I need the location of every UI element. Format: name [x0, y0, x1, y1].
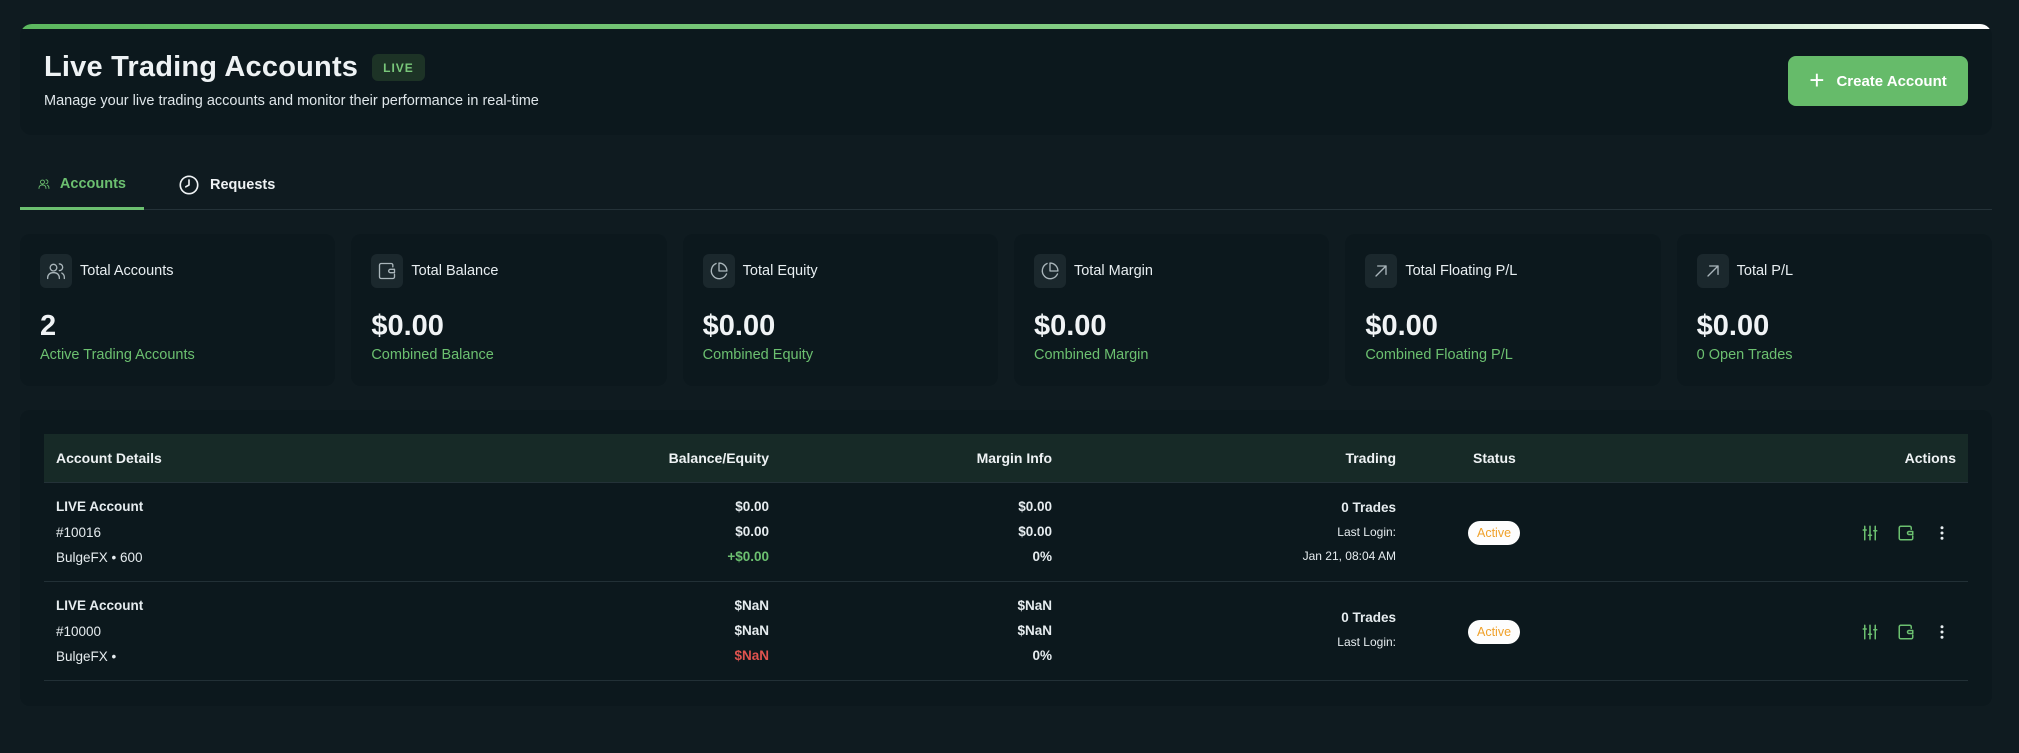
arrow-up-right-icon — [1375, 265, 1387, 277]
column-trading: Trading — [1345, 450, 1396, 466]
stat-card-total-pl: Total P/L $0.00 0 Open Trades — [1676, 234, 1992, 386]
account-trades: 0 Trades — [1341, 610, 1396, 625]
stat-description: 0 Open Trades — [1696, 347, 1793, 363]
accent-bar — [20, 24, 1992, 29]
header-card: Live Trading Accounts LIVE Manage your l… — [20, 24, 1992, 135]
account-balance: $NaN — [734, 598, 769, 613]
last-login-time: Jan 21, 08:04 AM — [1302, 549, 1396, 563]
stat-description: Active Trading Accounts — [40, 347, 195, 363]
stat-value: $0.00 — [1696, 310, 1770, 342]
account-free-margin: $NaN — [1017, 623, 1052, 638]
account-pl: +$0.00 — [727, 549, 769, 564]
stat-value: $0.00 — [1033, 310, 1107, 342]
stat-value: $0.00 — [702, 310, 776, 342]
sliders-icon[interactable] — [1861, 623, 1879, 641]
stat-label: Total Balance — [411, 263, 499, 279]
title-row: Live Trading Accounts LIVE — [44, 51, 425, 84]
column-status: Status — [1473, 450, 1516, 466]
tab-accounts-label: Accounts — [59, 175, 126, 192]
account-margin: $NaN — [1017, 598, 1052, 613]
column-account-details: Account Details — [56, 450, 162, 466]
wallet-icon[interactable] — [1897, 623, 1915, 641]
stat-icon-box — [1365, 254, 1398, 288]
accounts-table: Account Details Balance/Equity Margin In… — [44, 434, 1968, 681]
pie-chart-icon — [710, 262, 728, 280]
page-title: Live Trading Accounts — [44, 51, 359, 83]
create-account-button[interactable]: + Create Account — [1788, 56, 1968, 106]
account-number: #10016 — [56, 525, 102, 540]
account-margin: $0.00 — [1018, 499, 1052, 514]
last-login-label: Last Login: — [1337, 635, 1396, 649]
tab-accounts[interactable]: Accounts — [20, 160, 144, 210]
stat-label: Total Floating P/L — [1405, 263, 1518, 279]
account-balance: $0.00 — [735, 499, 769, 514]
stat-description: Combined Balance — [371, 347, 494, 363]
stat-value: $0.00 — [1365, 310, 1438, 342]
page: Live Trading Accounts LIVE Manage your l… — [0, 0, 2019, 753]
account-equity: $NaN — [734, 623, 769, 638]
account-name: LIVE Account — [56, 598, 144, 613]
stat-card-total-accounts: Total Accounts 2 Active Trading Accounts — [20, 234, 336, 386]
users-icon — [38, 178, 50, 189]
column-actions: Actions — [1904, 450, 1956, 466]
table-row[interactable]: LIVE Account #10016 BulgeFX • 600 $0.00 … — [44, 483, 1968, 582]
account-free-margin: $0.00 — [1018, 524, 1052, 539]
users-icon — [47, 263, 66, 280]
wallet-icon — [379, 262, 396, 280]
pie-chart-icon — [1041, 262, 1059, 280]
sliders-icon[interactable] — [1861, 524, 1879, 542]
live-badge: LIVE — [372, 54, 425, 81]
stat-value: $0.00 — [371, 310, 444, 342]
column-margin-info: Margin Info — [976, 450, 1052, 466]
stat-icon-box — [1033, 254, 1066, 288]
stat-card-total-balance: Total Balance $0.00 Combined Balance — [351, 234, 667, 386]
stat-card-total-equity: Total Equity $0.00 Combined Equity — [682, 234, 998, 386]
table-header: Account Details Balance/Equity Margin In… — [44, 434, 1968, 483]
stat-card-total-floating-pl: Total Floating P/L $0.00 Combined Floati… — [1345, 234, 1661, 386]
wallet-icon[interactable] — [1897, 524, 1915, 542]
stat-description: Combined Floating P/L — [1365, 347, 1513, 363]
account-broker: BulgeFX • 600 — [56, 550, 143, 565]
stat-icon-box — [40, 254, 72, 288]
last-login-label: Last Login: — [1337, 525, 1396, 539]
stat-icon-box — [371, 254, 404, 288]
create-account-label: Create Account — [1836, 72, 1947, 90]
stat-icon-box — [1696, 254, 1729, 288]
table-row[interactable]: LIVE Account #10000 BulgeFX • $NaN $NaN … — [44, 582, 1968, 681]
account-name: LIVE Account — [56, 499, 144, 514]
more-vertical-icon[interactable] — [1933, 524, 1951, 542]
account-broker: BulgeFX • — [56, 649, 117, 664]
account-trades: 0 Trades — [1341, 500, 1396, 515]
stat-icon-box — [702, 254, 735, 288]
account-equity: $0.00 — [735, 524, 769, 539]
stat-label: Total Accounts — [80, 263, 174, 279]
column-balance-equity: Balance/Equity — [668, 450, 769, 466]
stat-description: Combined Margin — [1033, 347, 1149, 363]
tab-requests-label: Requests — [210, 177, 276, 193]
account-number: #10000 — [56, 624, 102, 639]
account-pl: $NaN — [734, 648, 769, 663]
stats-row: Total Accounts 2 Active Trading Accounts… — [20, 234, 1992, 386]
arrow-up-right-icon — [1706, 265, 1719, 277]
stat-value: 2 — [40, 310, 57, 342]
accounts-table-card: Account Details Balance/Equity Margin In… — [20, 410, 1992, 706]
more-vertical-icon[interactable] — [1933, 623, 1951, 641]
stat-label: Total Equity — [742, 263, 818, 279]
stat-card-total-margin: Total Margin $0.00 Combined Margin — [1013, 234, 1330, 386]
clock-icon — [179, 175, 199, 195]
status-badge: Active — [1468, 521, 1521, 545]
stat-description: Combined Equity — [702, 347, 814, 363]
account-margin-level: 0% — [1032, 648, 1052, 663]
page-subtitle: Manage your live trading accounts and mo… — [44, 93, 539, 109]
stat-label: Total P/L — [1736, 263, 1794, 279]
tab-bar: Accounts Requests — [20, 160, 1992, 210]
status-badge: Active — [1468, 620, 1521, 644]
stat-label: Total Margin — [1073, 263, 1153, 279]
account-margin-level: 0% — [1032, 549, 1052, 564]
tab-requests[interactable]: Requests — [160, 160, 293, 210]
plus-icon: + — [1809, 65, 1825, 95]
